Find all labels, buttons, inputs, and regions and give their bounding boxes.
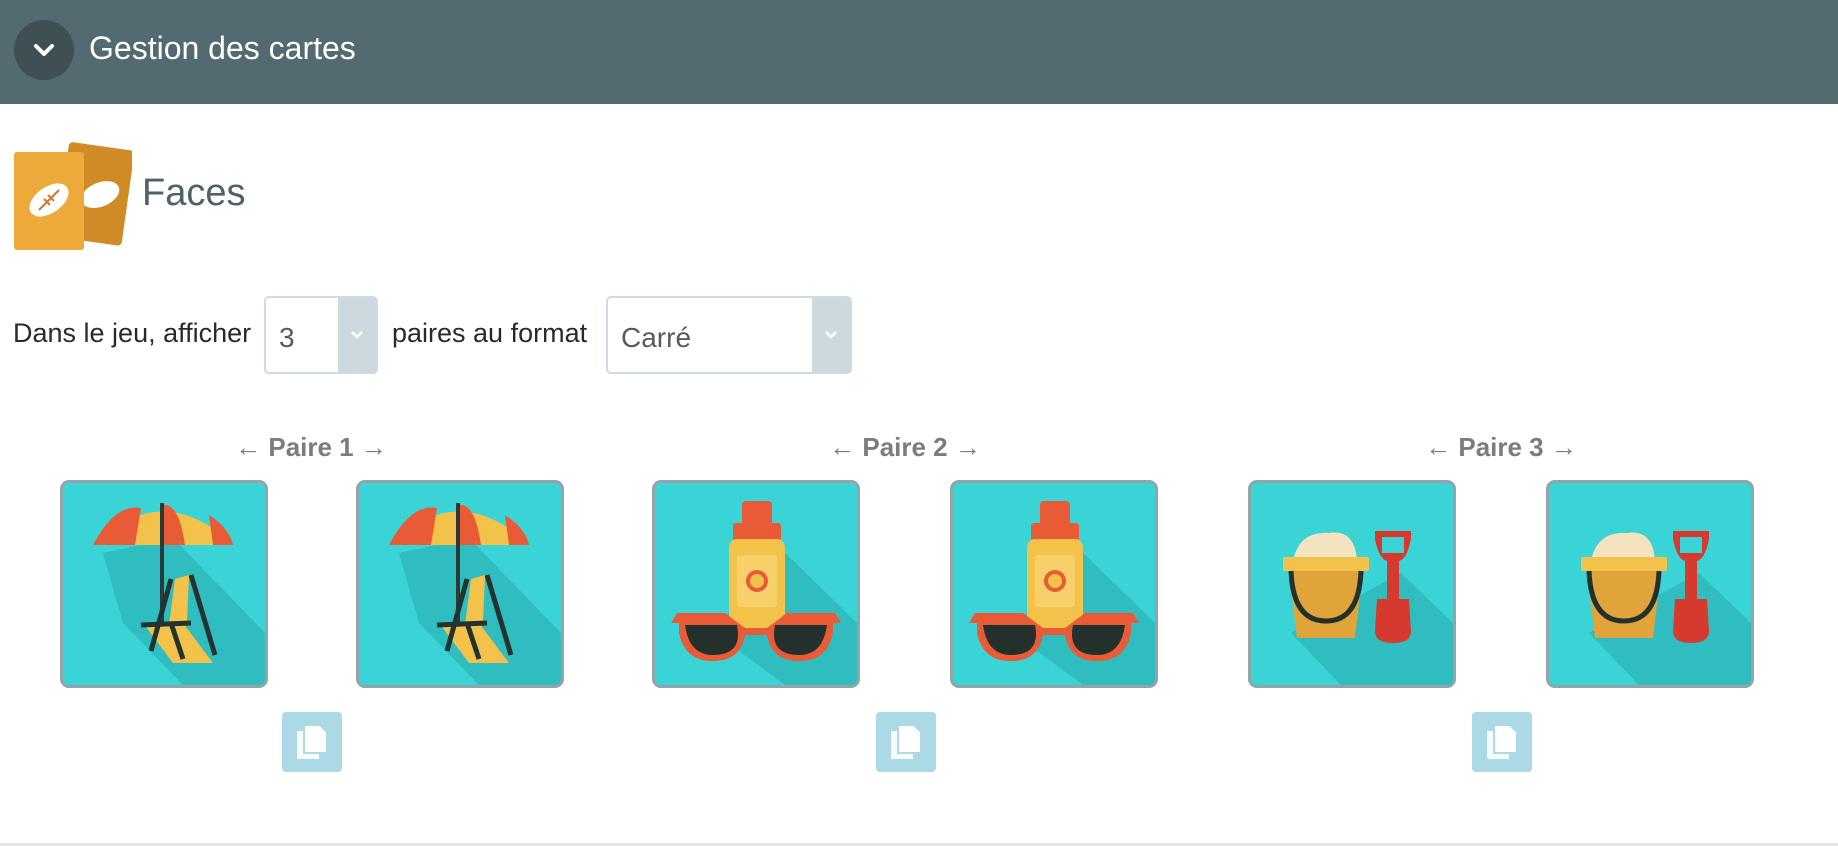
playing-cards-icon bbox=[14, 142, 135, 250]
format-select[interactable]: Carré bbox=[606, 296, 852, 374]
collapse-toggle-button[interactable] bbox=[14, 20, 74, 80]
settings-middle-label: paires au format bbox=[392, 318, 588, 348]
copy-icon bbox=[297, 724, 328, 759]
pair-1-label: ← Paire 1 → bbox=[235, 432, 387, 462]
pair-1-card-b[interactable] bbox=[356, 480, 564, 688]
chevron-down-icon bbox=[812, 298, 850, 372]
sunscreen-sunglasses-icon bbox=[655, 483, 857, 685]
pair-2-label: ← Paire 2 → bbox=[829, 432, 981, 462]
header-bar: Gestion des cartes bbox=[0, 0, 1838, 104]
sunscreen-sunglasses-icon bbox=[953, 483, 1155, 685]
chevron-down-icon bbox=[338, 298, 376, 372]
pair-1-duplicate-button[interactable] bbox=[282, 712, 342, 772]
pair-2-card-a[interactable] bbox=[652, 480, 860, 688]
sand-bucket-shovel-icon bbox=[1251, 483, 1453, 685]
pair-2-card-b[interactable] bbox=[950, 480, 1158, 688]
pair-3-duplicate-button[interactable] bbox=[1472, 712, 1532, 772]
pairs-count-value: 3 bbox=[279, 322, 295, 353]
pair-3-card-a[interactable] bbox=[1248, 480, 1456, 688]
beach-umbrella-chair-icon bbox=[63, 483, 265, 685]
pairs-count-select[interactable]: 3 bbox=[264, 296, 378, 374]
copy-icon bbox=[891, 724, 922, 759]
format-value: Carré bbox=[621, 322, 692, 353]
pair-3-card-b[interactable] bbox=[1546, 480, 1754, 688]
sand-bucket-shovel-icon bbox=[1549, 483, 1751, 685]
copy-icon bbox=[1487, 724, 1518, 759]
pair-1-card-a[interactable] bbox=[60, 480, 268, 688]
pairs-settings: Dans le jeu, afficher 3 paires au format… bbox=[13, 296, 873, 374]
pair-3-label: ← Paire 3 → bbox=[1425, 432, 1577, 462]
beach-umbrella-chair-icon bbox=[359, 483, 561, 685]
section-title: Faces bbox=[142, 172, 246, 214]
settings-prefix-label: Dans le jeu, afficher bbox=[13, 318, 252, 348]
header-title: Gestion des cartes bbox=[89, 30, 356, 66]
chevron-down-icon bbox=[34, 44, 54, 56]
pair-2-duplicate-button[interactable] bbox=[876, 712, 936, 772]
